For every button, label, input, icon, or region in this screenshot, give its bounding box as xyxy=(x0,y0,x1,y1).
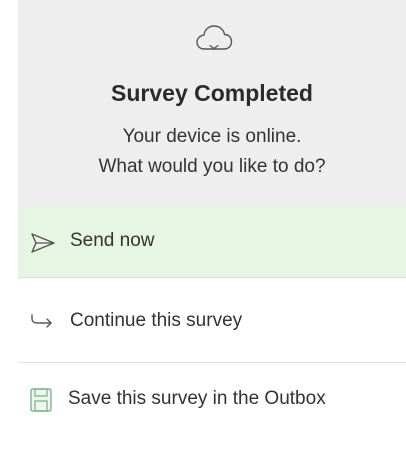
send-icon xyxy=(31,233,55,253)
arrow-right-icon xyxy=(31,314,52,328)
save-to-outbox-label: Save this survey in the Outbox xyxy=(68,388,326,409)
dialog-title: Survey Completed xyxy=(111,80,313,106)
dialog-message-line-1: Your device is online. xyxy=(122,126,302,147)
send-now-label: Send now xyxy=(70,230,155,251)
continue-survey-option[interactable]: Continue this survey xyxy=(18,278,406,363)
dialog-header: Survey Completed Your device is online. … xyxy=(18,0,406,206)
dialog-message-line-2: What would you like to do? xyxy=(98,156,326,177)
cloud-icon xyxy=(196,25,233,50)
continue-survey-label: Continue this survey xyxy=(70,310,243,331)
send-now-option[interactable]: Send now xyxy=(18,206,406,278)
save-to-outbox-option[interactable]: Save this survey in the Outbox xyxy=(18,363,406,430)
save-icon xyxy=(30,388,52,412)
survey-completed-dialog: Survey Completed Your device is online. … xyxy=(18,0,406,430)
